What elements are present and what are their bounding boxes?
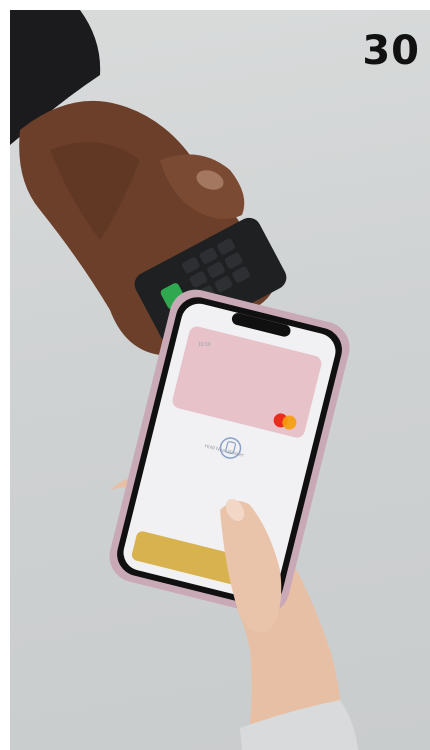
payment-photo (10, 10, 358, 750)
photo-frame: 10:10 Hold Near Reader 30 (10, 10, 430, 750)
phone-time: 10:10 (198, 342, 211, 348)
overlay-number: 30 (362, 28, 420, 74)
